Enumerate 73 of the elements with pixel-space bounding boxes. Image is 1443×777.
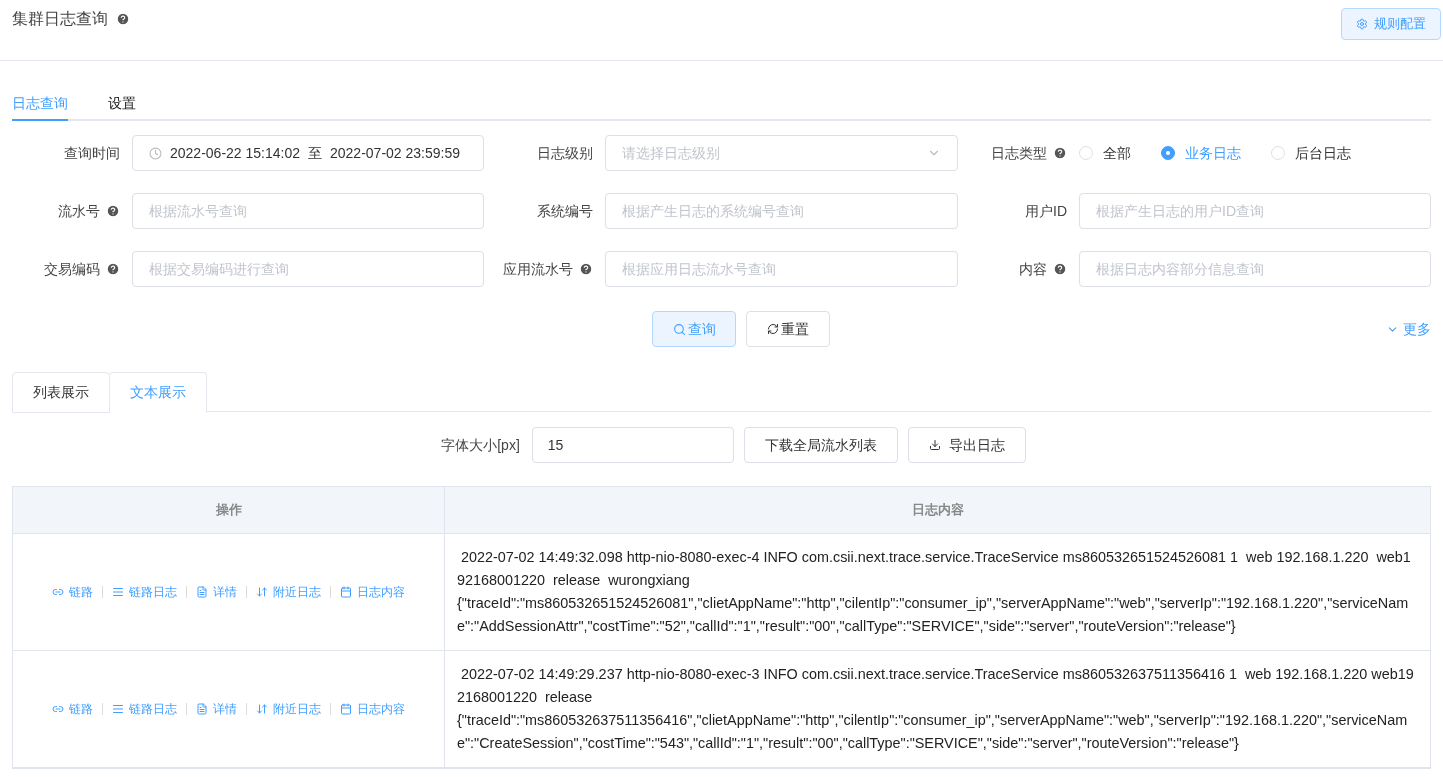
action-link[interactable]: 链路	[52, 700, 93, 718]
action-link[interactable]: 附近日志	[256, 583, 321, 601]
sort-icon	[256, 586, 268, 598]
link-icon	[52, 586, 64, 598]
input-field[interactable]: 根据应用日志流水号查询	[605, 251, 958, 287]
page-title: 集群日志查询	[12, 9, 108, 29]
reset-button[interactable]: 重置	[746, 311, 830, 347]
calendar-icon	[340, 703, 352, 715]
field-label: 系统编号	[537, 201, 593, 221]
field-label: 用户ID	[1025, 201, 1067, 221]
date-range-field[interactable]: 2022-06-22 15:14:02 至 2022-07-02 23:59:59	[132, 135, 484, 171]
level-select[interactable]: 请选择日志级别	[605, 135, 958, 171]
document-icon	[196, 703, 208, 715]
action-link[interactable]: 附近日志	[256, 700, 321, 718]
input-field[interactable]: 根据流水号查询	[132, 193, 484, 229]
field-label: 查询时间	[64, 143, 120, 163]
help-icon	[106, 262, 120, 276]
action-link[interactable]: 详情	[196, 583, 237, 601]
download-button[interactable]: 下载全局流水列表	[743, 427, 898, 463]
column-header: 日志内容	[910, 501, 965, 520]
help-icon	[1053, 262, 1067, 276]
help-icon	[116, 12, 130, 26]
radio-option[interactable]: 业务日志	[1161, 142, 1241, 164]
start-date: 2022-06-22 15:14:02	[170, 143, 300, 163]
radio-option[interactable]: 全部	[1079, 142, 1131, 164]
tab[interactable]: 设置	[108, 88, 136, 121]
sort-icon	[256, 703, 268, 715]
radio-button[interactable]	[1161, 146, 1175, 160]
list-icon	[112, 586, 124, 598]
export-button[interactable]: 导出日志	[907, 427, 1026, 463]
field-label: 内容	[1019, 259, 1047, 279]
download-icon	[928, 439, 941, 451]
input-field[interactable]: 根据日志内容部分信息查询	[1079, 251, 1431, 287]
font-size-label: 字体大小[px]	[441, 435, 520, 455]
log-content: 2022-07-02 14:49:29.237 http-nio-8080-exec-3 INFO com.csii.next.trace.service.TraceService ms860532637511356416 1 web 192.168.1.220 web192168001220 release {"traceId":"ms860532637511356416","clietAppName":"http","cilentIp":"consumer_ip","serverAppName":"web","serverIp":"192.168.1.220","serviceName":"CreateSession","costTime":"543","callId":"1","result":"00","callType":"SERVICE","side":"server","routeVersion":"release"}	[457, 665, 1415, 753]
action-link[interactable]: 详情	[196, 700, 237, 718]
action-link[interactable]: 链路日志	[112, 700, 177, 718]
calendar-icon	[340, 586, 352, 598]
more-link[interactable]: 更多	[1386, 318, 1431, 340]
font-size-field[interactable]: 15	[531, 427, 734, 463]
input-field[interactable]: 根据产生日志的用户ID查询	[1079, 193, 1431, 229]
action-link[interactable]: 日志内容	[340, 583, 405, 601]
field-label: 日志级别	[537, 143, 593, 163]
end-date: 2022-07-02 23:59:59	[330, 143, 460, 163]
rule-config-button[interactable]: 规则配置	[1341, 8, 1441, 40]
radio-option[interactable]: 后台日志	[1271, 142, 1351, 164]
field-label: 应用流水号	[503, 259, 573, 279]
action-link[interactable]: 链路日志	[112, 583, 177, 601]
field-label: 日志类型	[991, 143, 1047, 163]
select-placeholder: 请选择日志级别	[622, 143, 720, 163]
field-label: 交易编码	[44, 259, 100, 279]
settings-icon	[1356, 18, 1368, 30]
link-icon	[52, 703, 64, 715]
input-field[interactable]: 根据产生日志的系统编号查询	[605, 193, 958, 229]
column-header: 操作	[13, 487, 445, 533]
search-button[interactable]: 查询	[652, 311, 736, 347]
action-link[interactable]: 链路	[52, 583, 93, 601]
search-icon	[672, 322, 686, 336]
field-label: 流水号	[58, 201, 100, 221]
view-tab[interactable]: 列表展示	[12, 372, 110, 413]
refresh-icon	[767, 323, 779, 335]
help-icon	[106, 204, 120, 218]
document-icon	[196, 586, 208, 598]
clock-icon	[149, 146, 162, 160]
view-tab[interactable]: 文本展示	[109, 372, 207, 413]
range-separator: 至	[308, 143, 322, 163]
help-icon	[1053, 146, 1067, 160]
log-content: 2022-07-02 14:49:32.098 http-nio-8080-exec-4 INFO com.csii.next.trace.service.TraceService ms860532651524526081 1 web 192.168.1.220 web192168001220 release wurongxiang {"traceId":"ms860532651524526081","clietAppName":"http","cilentIp":"consumer_ip","serverAppName":"web","serverIp":"192.168.1.220","serviceName":"AddSessionAttr","costTime":"52","callId":"1","result":"00","callType":"SERVICE","side":"server","routeVersion":"release"}	[457, 548, 1412, 636]
list-icon	[112, 703, 124, 715]
input-field[interactable]: 根据交易编码进行查询	[132, 251, 484, 287]
help-icon	[579, 262, 593, 276]
action-link[interactable]: 日志内容	[340, 700, 405, 718]
tab[interactable]: 日志查询	[12, 88, 68, 121]
